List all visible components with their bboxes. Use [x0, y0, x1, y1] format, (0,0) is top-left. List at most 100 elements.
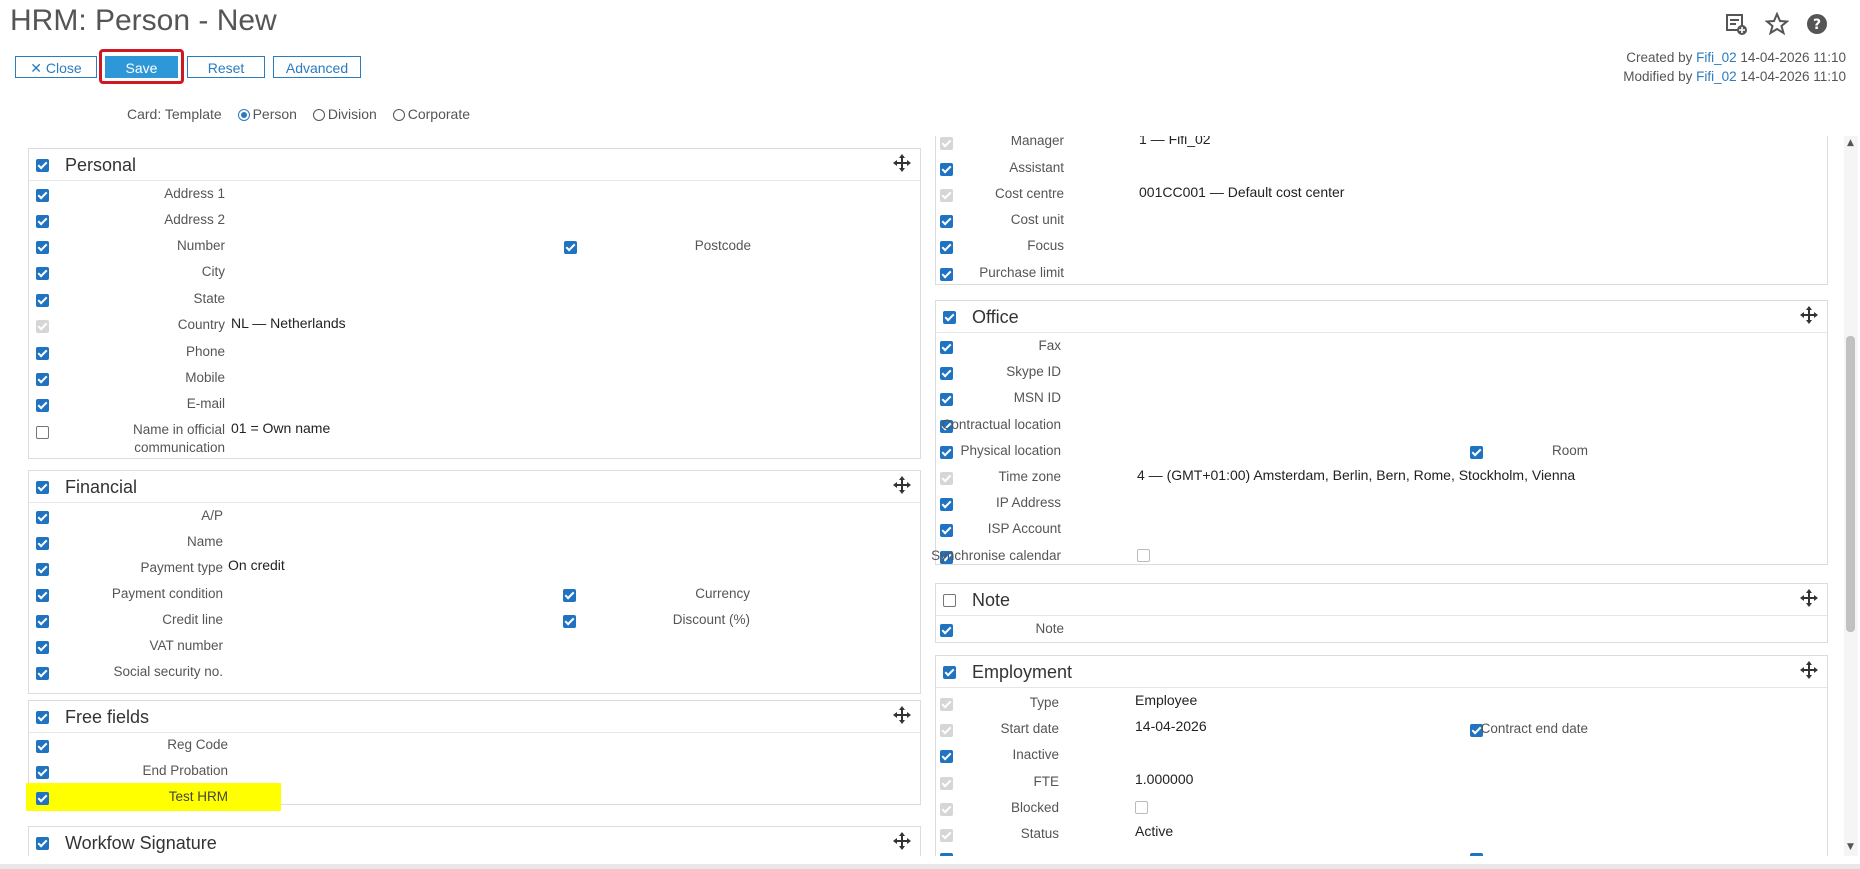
manager-value[interactable]: 1 — Fifi_02	[1139, 136, 1211, 147]
number-checkbox[interactable]	[36, 241, 49, 254]
created-user-link[interactable]: Fifi_02	[1696, 50, 1737, 65]
reg-code-checkbox[interactable]	[36, 740, 49, 753]
move-icon[interactable]	[892, 831, 912, 851]
test-hrm-highlight	[26, 783, 281, 811]
scroll-up-icon[interactable]: ▲	[1847, 138, 1854, 148]
blocked-checkbox[interactable]	[1135, 801, 1148, 814]
payment-condition-checkbox[interactable]	[36, 589, 49, 602]
country-checkbox	[36, 320, 49, 333]
address1-checkbox[interactable]	[36, 189, 49, 202]
move-icon[interactable]	[892, 153, 912, 173]
ap-checkbox[interactable]	[36, 511, 49, 524]
currency-checkbox[interactable]	[563, 589, 576, 602]
reset-button[interactable]: Reset	[187, 56, 265, 78]
modified-user-link[interactable]: Fifi_02	[1696, 69, 1737, 84]
test-hrm-label: Test HRM	[168, 789, 228, 804]
end-probation-checkbox[interactable]	[36, 766, 49, 779]
fax-checkbox[interactable]	[940, 341, 953, 354]
ap-label: A/P	[201, 508, 223, 523]
assistant-checkbox[interactable]	[940, 163, 953, 176]
ssn-label: Social security no.	[113, 664, 223, 679]
ip-label: IP Address	[995, 495, 1061, 510]
phone-checkbox[interactable]	[36, 347, 49, 360]
address2-checkbox[interactable]	[36, 215, 49, 228]
city-checkbox[interactable]	[36, 267, 49, 280]
purchase-limit-checkbox[interactable]	[940, 268, 953, 281]
next-row-checkbox[interactable]	[940, 853, 953, 856]
scroll-down-icon[interactable]: ▼	[1847, 842, 1854, 852]
discount-label: Discount (%)	[672, 612, 750, 627]
move-icon[interactable]	[892, 475, 912, 495]
move-icon[interactable]	[1799, 588, 1819, 608]
time-zone-value[interactable]: 4 — (GMT+01:00) Amsterdam, Berlin, Bern,…	[1137, 467, 1575, 483]
employment-section-checkbox[interactable]	[943, 666, 956, 679]
ip-checkbox[interactable]	[940, 498, 953, 511]
sync-calendar-checkbox[interactable]	[1137, 549, 1150, 562]
skype-checkbox[interactable]	[940, 367, 953, 380]
help-icon[interactable]: ?	[1805, 12, 1829, 36]
note-checkbox[interactable]	[940, 624, 953, 637]
official-name-checkbox[interactable]	[36, 426, 49, 439]
assistant-label: Assistant	[1009, 160, 1064, 175]
radio-corporate[interactable]	[392, 109, 405, 121]
payment-type-value[interactable]: On credit	[228, 557, 285, 573]
fte-value[interactable]: 1.000000	[1135, 771, 1193, 787]
ssn-checkbox[interactable]	[36, 667, 49, 680]
postcode-checkbox[interactable]	[564, 241, 577, 254]
office-section-checkbox[interactable]	[943, 311, 956, 324]
move-icon[interactable]	[1799, 660, 1819, 680]
email-checkbox[interactable]	[36, 399, 49, 412]
close-button[interactable]: ✕ Close	[15, 56, 97, 78]
official-name-value[interactable]: 01 = Own name	[231, 420, 330, 436]
country-value[interactable]: NL — Netherlands	[231, 315, 346, 331]
room-checkbox[interactable]	[1470, 446, 1483, 459]
radio-division[interactable]	[312, 109, 325, 121]
workflow-section-checkbox[interactable]	[36, 837, 49, 850]
fte-checkbox	[940, 777, 953, 790]
type-value[interactable]: Employee	[1135, 692, 1197, 708]
advanced-button[interactable]: Advanced	[273, 56, 361, 78]
section-title: Employment	[972, 662, 1073, 682]
mobile-checkbox[interactable]	[36, 373, 49, 386]
credit-line-checkbox[interactable]	[36, 615, 49, 628]
vat-checkbox[interactable]	[36, 641, 49, 654]
free-fields-section-checkbox[interactable]	[36, 711, 49, 724]
cost-centre-value[interactable]: 001CC001 — Default cost center	[1139, 184, 1344, 200]
msn-checkbox[interactable]	[940, 393, 953, 406]
section-personal: Personal	[28, 148, 921, 459]
note-section-checkbox[interactable]	[943, 594, 956, 607]
next-row-right-checkbox[interactable]	[1470, 853, 1483, 856]
horizontal-scrollbar[interactable]	[0, 864, 1860, 869]
financial-section-checkbox[interactable]	[36, 481, 49, 494]
currency-label: Currency	[695, 586, 750, 601]
section-title: Financial	[65, 477, 138, 497]
discount-checkbox[interactable]	[563, 615, 576, 628]
inactive-checkbox[interactable]	[940, 750, 953, 763]
focus-checkbox[interactable]	[940, 241, 953, 254]
start-date-value[interactable]: 14-04-2026	[1135, 718, 1207, 734]
modified-info: Modified by Fifi_02 14-04-2026 11:10	[1623, 69, 1846, 84]
focus-label: Focus	[1027, 238, 1064, 253]
vertical-scrollbar[interactable]: ▲ ▼	[1844, 136, 1858, 856]
test-hrm-checkbox[interactable]	[36, 792, 49, 805]
move-icon[interactable]	[892, 705, 912, 725]
cost-unit-checkbox[interactable]	[940, 215, 953, 228]
move-icon[interactable]	[1799, 305, 1819, 325]
close-icon: ✕	[30, 60, 46, 76]
svg-text:?: ?	[1813, 17, 1821, 33]
physical-location-checkbox[interactable]	[940, 446, 953, 459]
radio-person[interactable]	[237, 109, 250, 121]
star-icon[interactable]	[1765, 12, 1789, 36]
name-checkbox[interactable]	[36, 537, 49, 550]
state-checkbox[interactable]	[36, 294, 49, 307]
list-add-icon[interactable]	[1724, 12, 1748, 36]
isp-checkbox[interactable]	[940, 524, 953, 537]
personal-section-checkbox[interactable]	[36, 159, 49, 172]
postcode-label: Postcode	[694, 238, 751, 253]
payment-type-checkbox[interactable]	[36, 563, 49, 576]
scrollbar-thumb[interactable]	[1846, 336, 1855, 632]
manager-label: Manager	[1010, 136, 1064, 148]
card-template-label: Card: Template	[127, 106, 222, 122]
status-value[interactable]: Active	[1135, 823, 1173, 839]
section-title: Personal	[65, 155, 137, 175]
